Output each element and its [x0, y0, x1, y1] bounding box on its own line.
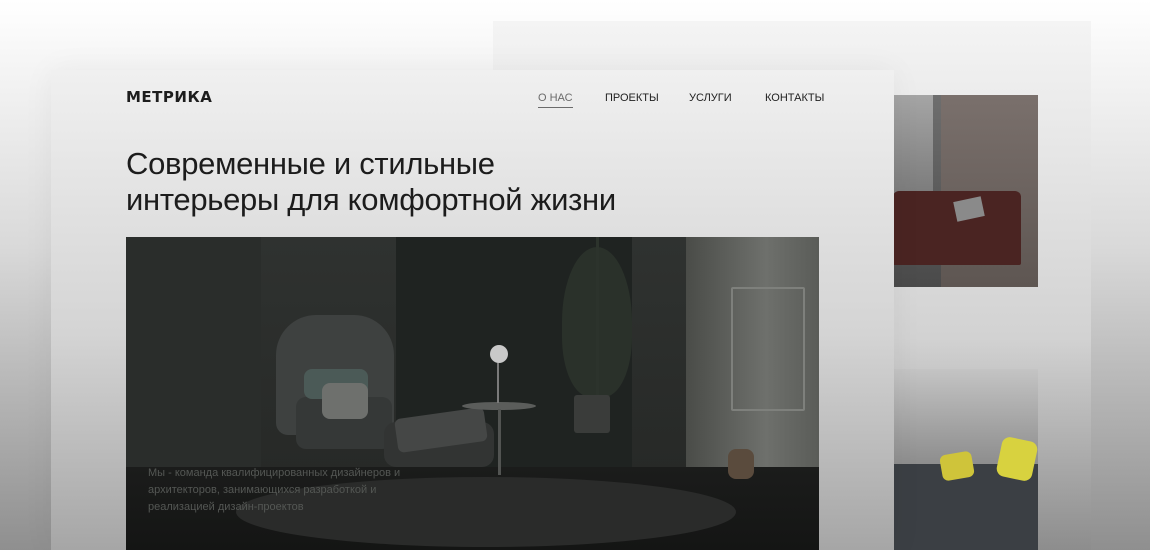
photo-yellow-pillow	[938, 450, 976, 482]
nav-item-services[interactable]: УСЛУГИ	[689, 92, 732, 104]
hero-lamp-stem	[497, 363, 499, 403]
nav-item-about[interactable]: О НАС	[538, 92, 573, 108]
hero-plant-pot	[574, 395, 610, 433]
hero-pillow	[322, 383, 368, 419]
brand-logo[interactable]: МЕТРИКА	[126, 88, 212, 106]
nav-item-projects[interactable]: ПРОЕКТЫ	[605, 92, 659, 104]
hero-wall	[126, 237, 261, 467]
hero-vase	[728, 449, 754, 479]
page-title-line-2: интерьеры для комфортной жизни	[126, 182, 616, 217]
nav-item-contacts[interactable]: КОНТАКТЫ	[765, 92, 824, 104]
hero-plant-stem	[596, 237, 599, 397]
interior-photo-red-sofa	[893, 95, 1038, 287]
hero-side-table-leg	[498, 409, 501, 475]
hero-image: Мы - команда квалифицированных дизайнеро…	[126, 237, 819, 550]
photo-window	[893, 95, 933, 195]
hero-lamp	[490, 345, 508, 363]
interior-photo-living-room	[893, 369, 1038, 550]
hero-caption: Мы - команда квалифицированных дизайнеро…	[148, 467, 401, 513]
photo-yellow-pillow	[995, 435, 1038, 483]
hero-wall-molding	[731, 287, 805, 411]
page-title: Современные и стильные интерьеры для ком…	[126, 146, 616, 218]
landing-page-preview: МЕТРИКА О НАС ПРОЕКТЫ УСЛУГИ КОНТАКТЫ Со…	[51, 70, 894, 550]
page-title-line-1: Современные и стильные	[126, 146, 495, 181]
